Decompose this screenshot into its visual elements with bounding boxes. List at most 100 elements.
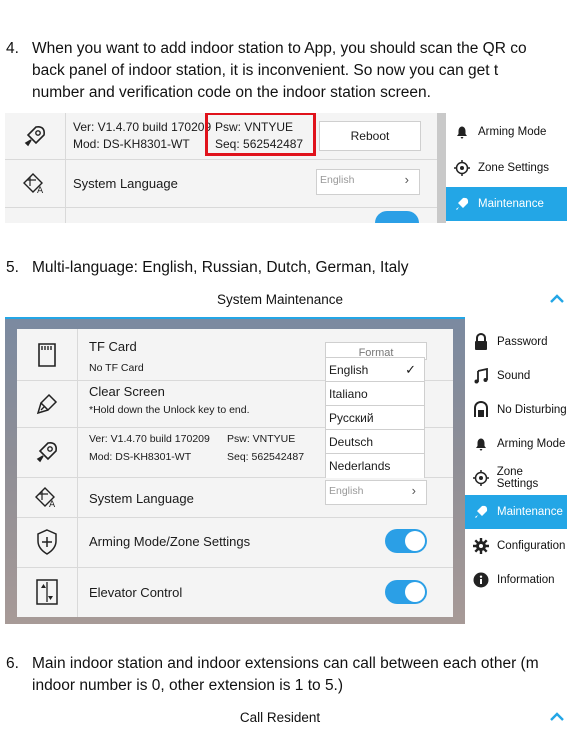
sidebar-label: Sound	[497, 370, 531, 382]
step5-text: Multi-language: English, Russian, Dutch,…	[32, 259, 409, 276]
sidebar-item-sound[interactable]: Sound	[465, 359, 567, 393]
elevator-toggle[interactable]	[385, 580, 427, 604]
elevator-row: Elevator Control	[17, 567, 453, 617]
sidebar-label: Password	[497, 336, 548, 348]
dropdown-option-label: Italiano	[329, 386, 368, 401]
rocket-icon	[446, 196, 478, 212]
panel-divider	[437, 113, 446, 223]
step4-line2: back panel of indoor station, it is inco…	[32, 62, 499, 79]
reboot-button[interactable]: Reboot	[319, 121, 421, 151]
language-select[interactable]: English ›	[316, 169, 420, 195]
svg-text:A: A	[37, 186, 44, 195]
gear-icon	[465, 538, 497, 554]
arming-zone-label: Arming Mode/Zone Settings	[89, 534, 251, 549]
system-language-label: System Language	[73, 176, 178, 191]
tf-card-label: TF Card	[89, 339, 137, 354]
sidebar-item-maintenance[interactable]: Maintenance	[465, 495, 567, 529]
dropdown-option-label: English	[329, 362, 369, 377]
highlight-box	[205, 113, 316, 156]
dropdown-option-english[interactable]: English ✓	[326, 358, 424, 382]
serial-text: Seq: 562542487	[227, 451, 305, 463]
screenshot-system-maintenance: System Maintenance TF Card No TF Card Fo…	[5, 284, 567, 624]
bell-icon	[446, 124, 478, 140]
system-language-row: A System Language English ›	[5, 159, 437, 208]
sidebar-label: Information	[497, 574, 555, 586]
language-select[interactable]: English ›	[325, 480, 427, 505]
sidebar-label: Zone Settings	[478, 162, 549, 174]
sidebar: Arming Mode Zone Settings Maintenance	[446, 113, 567, 223]
rocket-icon	[17, 427, 78, 477]
checkmark-icon: ✓	[405, 361, 416, 377]
chevron-right-icon: ›	[411, 483, 416, 498]
password-text: Psw: VNTYUE	[227, 433, 296, 445]
sidebar-item-arming-mode[interactable]: Arming Mode	[465, 427, 567, 461]
sidebar-label: Arming Mode	[497, 438, 566, 450]
info-icon	[465, 572, 497, 588]
page-title: System Maintenance	[216, 292, 344, 307]
step6-paragraph: 6. Main indoor station and indoor extensi…	[6, 653, 539, 697]
brush-icon	[17, 380, 78, 427]
step6-line1: Main indoor station and indoor extension…	[32, 655, 539, 672]
svg-text:A: A	[49, 500, 56, 509]
no-disturb-icon	[465, 401, 497, 419]
language-icon: A	[5, 159, 66, 207]
step5-number: 5.	[6, 259, 19, 276]
system-language-label: System Language	[89, 491, 194, 506]
lock-icon	[465, 333, 497, 351]
arming-zone-toggle[interactable]	[385, 529, 427, 553]
dropdown-option-deutsch[interactable]: Deutsch	[326, 430, 424, 454]
sidebar-item-no-disturbing[interactable]: No Disturbing	[465, 393, 567, 427]
elevator-icon	[17, 567, 78, 617]
version-text: Ver: V1.4.70 build 170209	[73, 120, 212, 134]
target-icon	[465, 470, 497, 486]
sidebar-label: Maintenance	[497, 506, 563, 518]
dropdown-option-label: Русский	[329, 410, 374, 425]
language-select-value: English	[320, 174, 355, 186]
language-dropdown: English ✓ Italiano Русский Deutsch Neder…	[325, 357, 425, 478]
sidebar-label: No Disturbing	[497, 404, 567, 416]
dropdown-option-label: Nederlands	[329, 459, 391, 473]
arming-zone-row: Arming Mode/Zone Settings	[17, 517, 453, 568]
bell-icon	[465, 436, 497, 452]
page-title: Call Resident	[239, 710, 321, 725]
sidebar-item-arming-mode[interactable]: Arming Mode	[446, 115, 567, 149]
language-icon: A	[17, 477, 78, 517]
home-icon[interactable]	[549, 711, 565, 727]
step6-line2: indoor number is 0, other extension is 1…	[32, 677, 344, 694]
step5-paragraph: 5. Multi-language: English, Russian, Dutc…	[6, 257, 408, 279]
sidebar-item-zone-settings[interactable]: Zone Settings	[446, 151, 567, 185]
sidebar-label: Maintenance	[478, 198, 544, 210]
screenshot-version-info: Ver: V1.4.70 build 170209 Mod: DS-KH8301…	[5, 113, 567, 223]
maintenance-panel: TF Card No TF Card Format Clear Screen *…	[17, 329, 453, 617]
toggle-switch[interactable]	[375, 211, 419, 223]
music-note-icon	[465, 368, 497, 384]
step4-line3: number and verification code on the indo…	[32, 84, 431, 101]
model-text: Mod: DS-KH8301-WT	[73, 137, 190, 151]
settings-panel: Ver: V1.4.70 build 170209 Mod: DS-KH8301…	[5, 113, 437, 223]
sidebar-item-zone-settings[interactable]: Zone Settings	[465, 461, 567, 495]
partial-row	[5, 207, 437, 223]
sidebar-label: Zone Settings	[496, 466, 539, 490]
dropdown-option-italiano[interactable]: Italiano	[326, 382, 424, 406]
screenshot-call-resident: Call Resident	[5, 704, 567, 733]
rocket-icon	[465, 504, 497, 520]
sidebar-item-information[interactable]: Information	[465, 563, 567, 597]
sd-card-icon	[17, 329, 78, 380]
sidebar: Password Sound No Disturbing Arming Mode…	[465, 319, 567, 624]
sidebar-label: Configuration	[497, 540, 566, 552]
dropdown-option-nederlands[interactable]: Nederlands	[326, 454, 424, 478]
step6-number: 6.	[6, 655, 19, 672]
sidebar-label: Arming Mode	[478, 126, 547, 138]
step4-paragraph: 4. When you want to add indoor station to…	[6, 38, 527, 104]
step4-line1: When you want to add indoor station to A…	[32, 40, 527, 57]
elevator-label: Elevator Control	[89, 585, 183, 600]
sidebar-item-password[interactable]: Password	[465, 325, 567, 359]
home-icon[interactable]	[549, 293, 565, 309]
sidebar-item-configuration[interactable]: Configuration	[465, 529, 567, 563]
clear-screen-hint: *Hold down the Unlock key to end.	[89, 404, 250, 416]
sidebar-item-maintenance[interactable]: Maintenance	[446, 187, 567, 221]
chevron-right-icon: ›	[404, 172, 409, 187]
model-text: Mod: DS-KH8301-WT	[89, 451, 192, 463]
dropdown-option-russian[interactable]: Русский	[326, 406, 424, 430]
system-language-row: A System Language English ›	[17, 477, 453, 518]
